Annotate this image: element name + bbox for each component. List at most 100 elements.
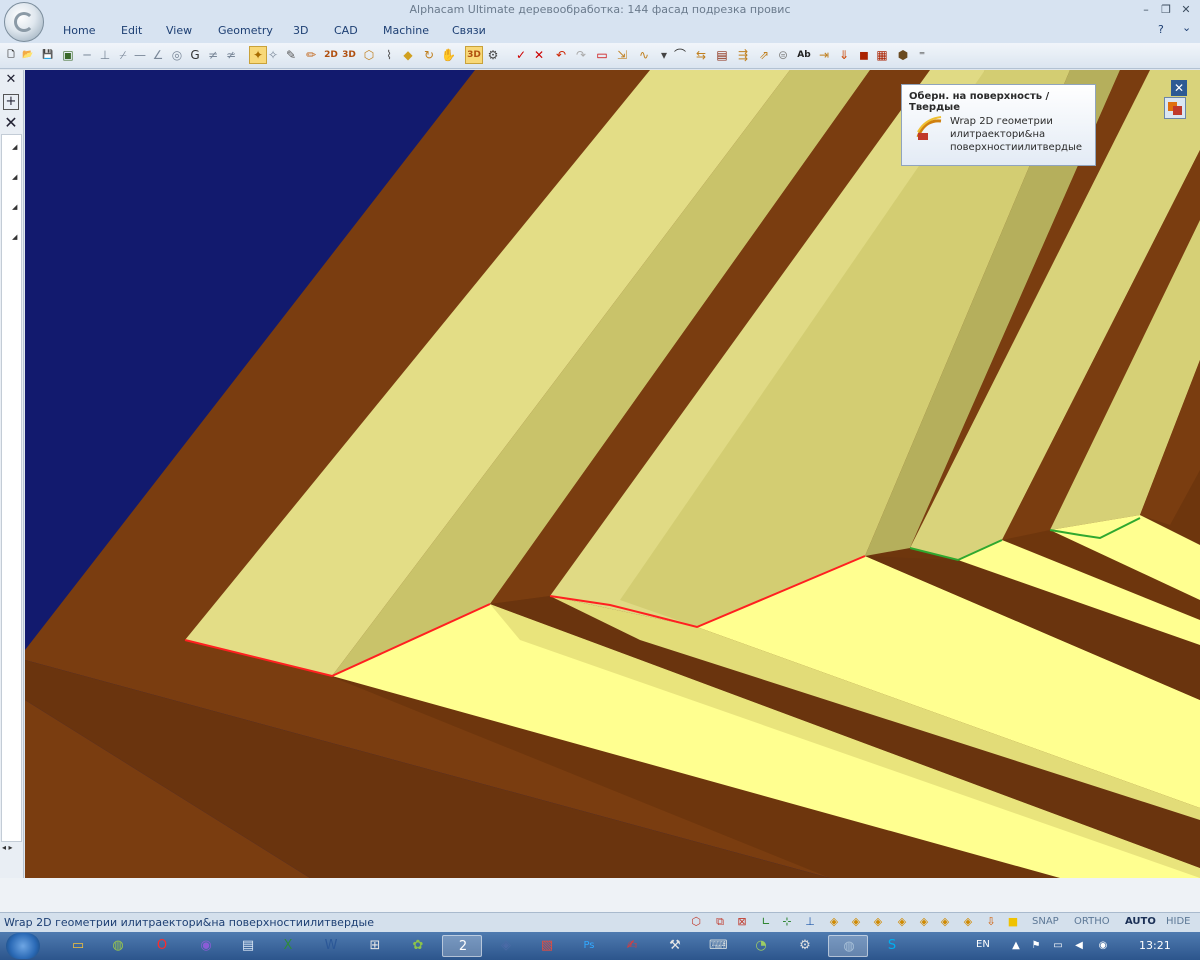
photoshop-task[interactable]: Ps — [569, 935, 609, 957]
close-window-button[interactable]: ✕ — [1176, 2, 1196, 18]
menu-home[interactable]: Home — [63, 24, 95, 37]
language-indicator[interactable]: EN — [976, 939, 990, 950]
word-task[interactable]: W — [311, 935, 351, 957]
cnc-task[interactable]: ⚙ — [785, 935, 825, 957]
line-horizontal-icon[interactable]: ─ — [80, 48, 94, 62]
redo-icon[interactable]: ↷ — [574, 48, 588, 62]
sweep-icon[interactable]: ⌇ — [382, 48, 396, 62]
macro-icon[interactable]: ⬢ — [896, 48, 910, 62]
tree-pin-icon[interactable]: ◢ — [12, 233, 17, 241]
tool-task[interactable]: ⚒ — [655, 935, 695, 957]
pencil-edit-icon[interactable]: ✏ — [304, 48, 318, 62]
not-parallel-icon[interactable]: ≄ — [224, 48, 238, 62]
dimension-icon[interactable]: ⇥ — [817, 48, 831, 62]
tray-display-icon[interactable]: ▭ — [1052, 940, 1064, 952]
viber-task[interactable]: ◉ — [186, 935, 226, 957]
alphacam-task[interactable]: ◍ — [828, 935, 868, 957]
wrap-surface-icon[interactable]: ⇶ — [736, 48, 750, 62]
snap-point-icon[interactable]: ✧ — [266, 48, 280, 62]
remove-icon[interactable]: ✕ — [3, 115, 19, 131]
measure-icon[interactable]: ⇆ — [694, 48, 708, 62]
view-2d-icon[interactable]: 2D — [324, 48, 338, 62]
mode-snap-toggle[interactable]: SNAP — [1032, 916, 1059, 927]
clock[interactable]: 13:21 — [1139, 939, 1171, 952]
extrude-icon[interactable]: ⇗ — [757, 48, 771, 62]
view-3d-active-icon[interactable]: 3D — [465, 46, 483, 64]
3d-model-render[interactable] — [25, 70, 1200, 878]
alphacam-task-small[interactable]: ◍ — [98, 935, 138, 957]
menu-svyazi[interactable]: Связи — [452, 24, 486, 37]
menu-cad[interactable]: CAD — [334, 24, 358, 37]
settings-icon[interactable]: ⚙ — [486, 48, 500, 62]
parallel-icon[interactable]: ≠ — [206, 48, 220, 62]
mode-hide-toggle[interactable]: HIDE — [1166, 916, 1191, 927]
view-3d-icon[interactable]: 3D — [342, 48, 356, 62]
circle-icon[interactable]: ◎ — [170, 48, 184, 62]
axis-icon[interactable]: ∟ — [760, 916, 772, 928]
iso-view-icon[interactable]: ⬡ — [690, 916, 702, 928]
tray-volume-icon[interactable]: ◀ — [1073, 940, 1085, 952]
explorer-task[interactable]: ▭ — [58, 935, 98, 957]
cross-icon[interactable]: ✕ — [532, 48, 546, 62]
offset-icon[interactable]: ⊜ — [776, 48, 790, 62]
keyboard-task[interactable]: ⌨ — [697, 935, 737, 957]
tray-expand-icon[interactable]: ▲ — [1010, 940, 1022, 952]
new-file-icon[interactable]: 🗋 — [4, 48, 18, 62]
menu-3d[interactable]: 3D — [293, 24, 308, 37]
rotate-icon[interactable]: ↻ — [422, 48, 436, 62]
mode-ortho-toggle[interactable]: ORTHO — [1074, 916, 1110, 927]
paint-task[interactable]: ✿ — [398, 935, 438, 957]
tree-pin-icon[interactable]: ◢ — [12, 203, 17, 211]
notepad-task[interactable]: ▤ — [228, 935, 268, 957]
tray-network-icon[interactable]: ◉ — [1097, 940, 1109, 952]
tangent-icon[interactable]: ⌿ — [116, 48, 130, 62]
front-view-icon[interactable]: ⧉ — [714, 916, 726, 928]
wrap-2d-icon[interactable]: ✦ — [249, 46, 267, 64]
panel-close-icon[interactable]: ✕ — [3, 72, 19, 88]
cube-2-icon[interactable]: ◈ — [850, 916, 862, 928]
start-button[interactable] — [6, 933, 40, 959]
layer-icon[interactable]: ▤ — [715, 48, 729, 62]
tree-pin-icon[interactable]: ◢ — [12, 173, 17, 181]
curve-icon[interactable]: ∿ — [637, 48, 651, 62]
ucs-origin-icon[interactable]: ⊥ — [804, 916, 816, 928]
dropdown-arrow-icon[interactable]: ▾ — [657, 48, 671, 62]
spin-task[interactable]: ◔ — [741, 935, 781, 957]
polyline-icon[interactable]: ⌒ — [673, 48, 687, 62]
angle-line-icon[interactable]: ∠ — [151, 48, 165, 62]
app-logo-button[interactable] — [4, 2, 44, 42]
scale-icon[interactable]: ⇲ — [615, 48, 629, 62]
check-icon[interactable]: ✓ — [514, 48, 528, 62]
tree-pin-icon[interactable]: ◢ — [12, 143, 17, 151]
save-icon[interactable]: 💾 — [41, 48, 55, 62]
pdf-task[interactable]: ✍ — [612, 935, 652, 957]
3d-viewport[interactable] — [25, 70, 1200, 878]
minimize-button[interactable]: – — [1136, 2, 1156, 18]
skype-task[interactable]: S — [872, 935, 912, 957]
cube-7-icon[interactable]: ◈ — [962, 916, 974, 928]
close-panel-icon[interactable]: ✕ — [1171, 80, 1187, 96]
opera-task[interactable]: O — [142, 935, 182, 957]
cube-4-icon[interactable]: ◈ — [896, 916, 908, 928]
layer-square-icon[interactable]: ■ — [1007, 916, 1019, 928]
arc-icon[interactable]: G — [188, 48, 202, 62]
ribbon-collapse-icon[interactable]: ⌄ — [1182, 21, 1191, 34]
line-dash-icon[interactable]: — — [133, 48, 147, 62]
project-icon[interactable]: ◆ — [401, 48, 415, 62]
machine-icon[interactable]: ▦ — [875, 48, 889, 62]
plan-view-icon[interactable]: ⊠ — [736, 916, 748, 928]
perpendicular-icon[interactable]: ⊥ — [98, 48, 112, 62]
menu-edit[interactable]: Edit — [121, 24, 142, 37]
horizontal-scroll-arrows[interactable]: ◂ ▸ — [2, 843, 13, 852]
pen-icon[interactable]: ✎ — [284, 48, 298, 62]
tray-flag-icon[interactable]: ⚑ — [1030, 940, 1042, 952]
help-icon[interactable]: ? — [1158, 23, 1164, 36]
cube-1-icon[interactable]: ◈ — [828, 916, 840, 928]
ucs-icon[interactable]: ⊹ — [781, 916, 793, 928]
network-task[interactable]: ⊞ — [355, 935, 395, 957]
excel-task[interactable]: X — [268, 935, 308, 957]
number2-task[interactable]: 2 — [442, 935, 482, 957]
undo-icon[interactable]: ↶ — [554, 48, 568, 62]
drill-icon[interactable]: ⇓ — [837, 48, 851, 62]
surface-icon[interactable]: ⬡ — [362, 48, 376, 62]
